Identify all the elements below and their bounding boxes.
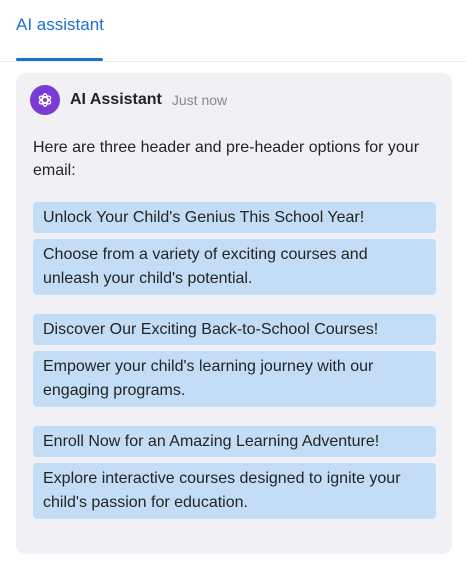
tab-ai-assistant[interactable]: AI assistant bbox=[16, 15, 104, 35]
message-header: AI Assistant Just now bbox=[30, 85, 228, 115]
tab-bar: AI assistant bbox=[0, 0, 466, 62]
assistant-message-card: AI Assistant Just now Here are three hea… bbox=[16, 73, 452, 554]
header-option-1[interactable]: Unlock Your Child's Genius This School Y… bbox=[33, 202, 436, 233]
avatar bbox=[30, 85, 60, 115]
active-tab-indicator bbox=[16, 58, 103, 61]
message-timestamp: Just now bbox=[171, 92, 228, 108]
sender-name: AI Assistant bbox=[70, 91, 162, 108]
header-option-2[interactable]: Discover Our Exciting Back-to-School Cou… bbox=[33, 314, 436, 345]
message-intro-text: Here are three header and pre-header opt… bbox=[33, 139, 420, 179]
preheader-option-1[interactable]: Choose from a variety of exciting course… bbox=[33, 239, 436, 295]
openai-logo-icon bbox=[38, 93, 52, 107]
header-option-3[interactable]: Enroll Now for an Amazing Learning Adven… bbox=[33, 426, 436, 457]
preheader-option-3[interactable]: Explore interactive courses designed to … bbox=[33, 463, 436, 519]
preheader-option-2[interactable]: Empower your child's learning journey wi… bbox=[33, 351, 436, 407]
